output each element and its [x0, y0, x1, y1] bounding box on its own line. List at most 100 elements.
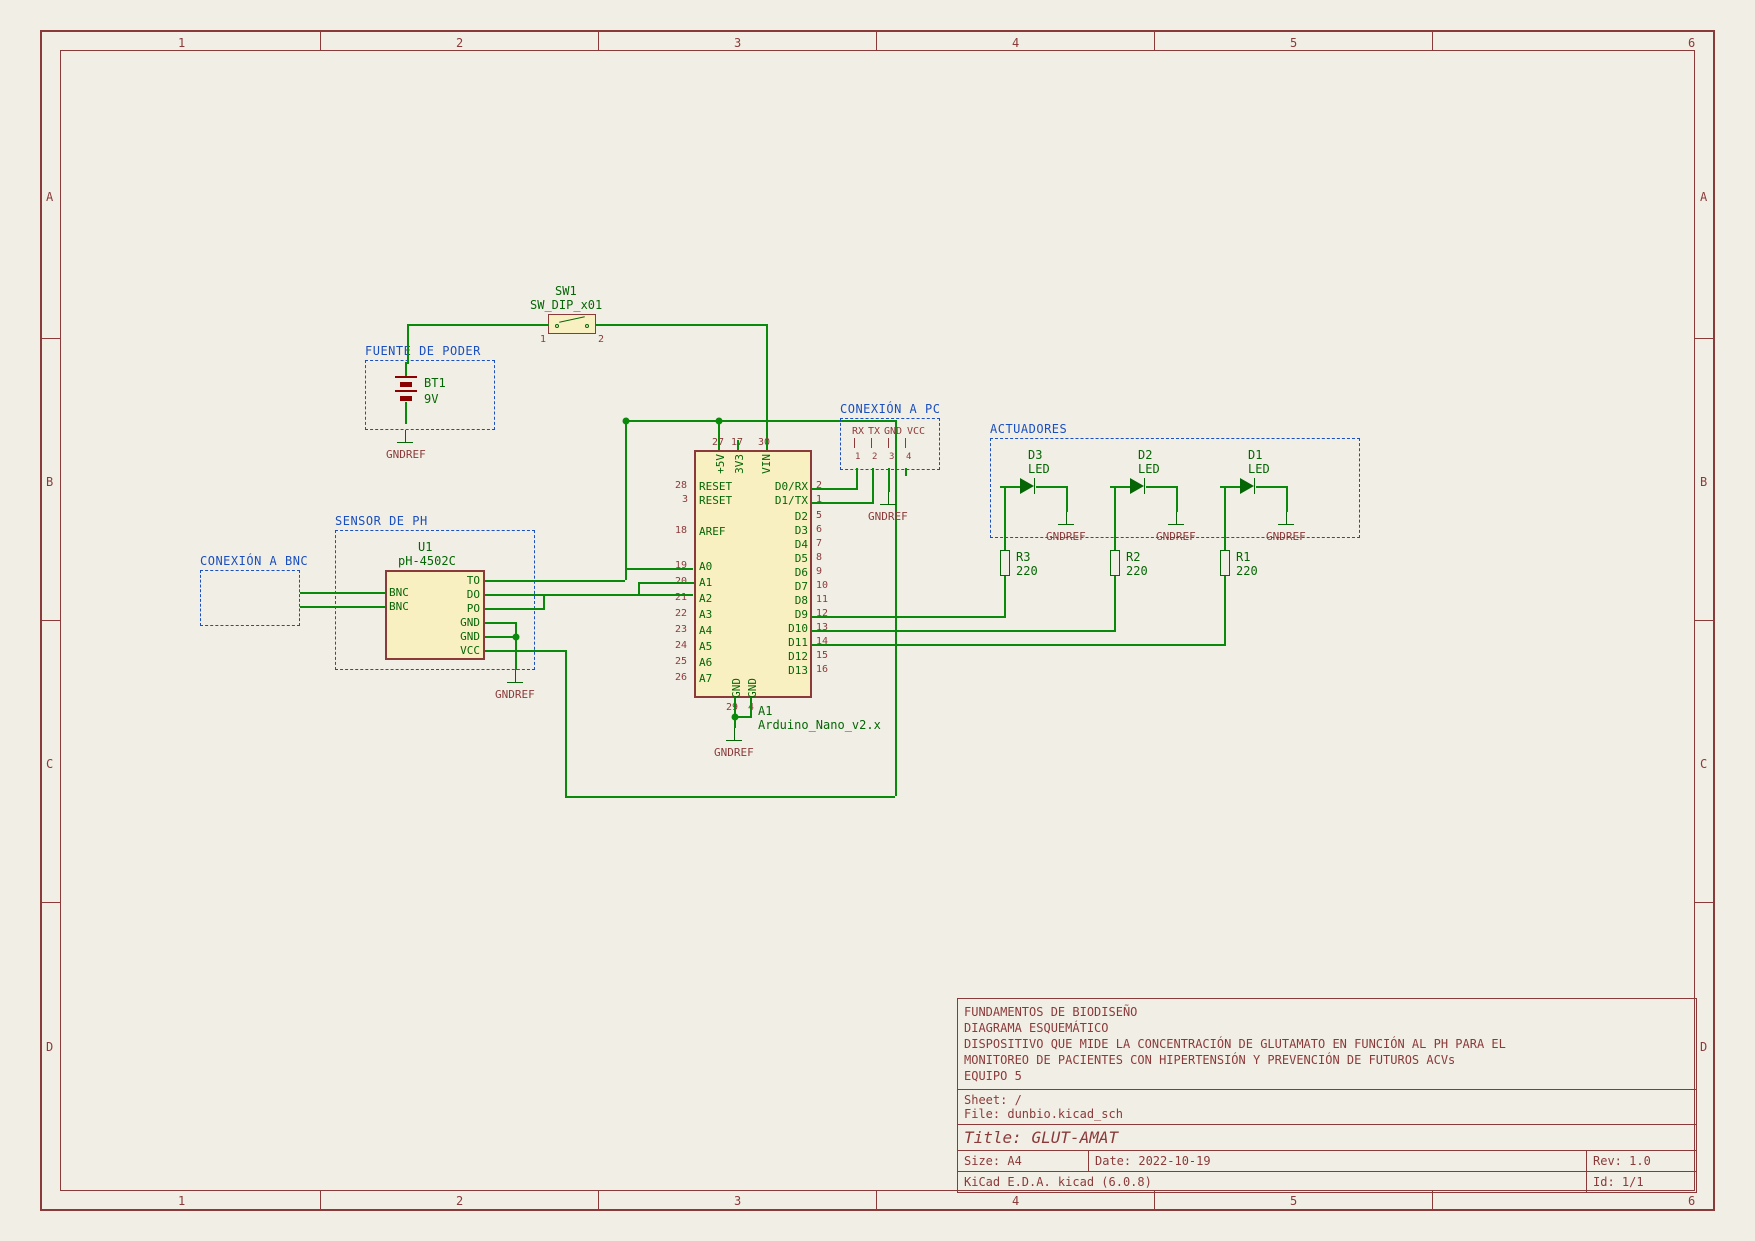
- wire: [812, 502, 874, 504]
- r1: [1220, 550, 1230, 576]
- ard-l-a0: A0: [699, 560, 712, 573]
- pc-n2: 2: [872, 452, 877, 462]
- junction: [716, 418, 723, 425]
- wire: [1110, 486, 1130, 488]
- wire: [1114, 486, 1116, 550]
- r1-val: 220: [1236, 564, 1258, 578]
- arduino-ref: A1: [758, 704, 772, 718]
- ph-val: pH-4502C: [398, 554, 456, 568]
- ard-l-reset1: RESET: [699, 480, 732, 493]
- r3: [1000, 550, 1010, 576]
- ard-r-d9: D9: [792, 608, 808, 621]
- wire: [888, 468, 890, 492]
- ph-right-do: DO: [460, 588, 480, 601]
- r1-ref: R1: [1236, 550, 1250, 564]
- pc-arrow: [888, 438, 889, 448]
- ard-r-d5: D5: [792, 552, 808, 565]
- pc-arrow: [905, 438, 906, 448]
- wire: [1224, 486, 1226, 550]
- ruler-col-1-bot: 1: [178, 1194, 185, 1208]
- wire: [1004, 486, 1006, 550]
- wire: [1256, 486, 1286, 488]
- junction: [623, 418, 630, 425]
- wire: [407, 324, 547, 326]
- row-d-right: D: [1700, 1040, 1707, 1054]
- ph-right-gnd1: GND: [456, 616, 480, 629]
- row-d-left: D: [46, 1040, 53, 1054]
- ruler-col-4-top: 4: [1012, 36, 1019, 50]
- row-b-right: B: [1700, 475, 1707, 489]
- d3-ref: D3: [1028, 448, 1042, 462]
- pc-arrow: [871, 438, 872, 448]
- d2-ref: D2: [1138, 448, 1152, 462]
- arduino-topnum-30: 30: [758, 437, 770, 448]
- row-c-right: C: [1700, 757, 1707, 771]
- ard-l-a3: A3: [699, 608, 712, 621]
- ard-r-d10: D10: [786, 622, 808, 635]
- wire: [1146, 486, 1176, 488]
- row-a-right: A: [1700, 190, 1707, 204]
- tb-line1: FUNDAMENTOS DE BIODISEÑO: [964, 1005, 1690, 1019]
- wire: [596, 324, 766, 326]
- junction: [513, 634, 520, 641]
- wire: [766, 324, 768, 440]
- arduino-top-3v3: 3V3: [733, 454, 746, 474]
- ph-ref: U1: [418, 540, 432, 554]
- wire: [625, 568, 693, 570]
- ruler-col-5-top: 5: [1290, 36, 1297, 50]
- ard-rn-11: 11: [816, 594, 828, 605]
- wire: [638, 582, 694, 584]
- ard-r-d1: D1/TX: [768, 494, 808, 507]
- wire: [1000, 486, 1020, 488]
- ard-b-gnd2: GND: [746, 678, 759, 698]
- ard-rn-5: 5: [816, 510, 822, 521]
- wire: [565, 650, 567, 796]
- wire: [625, 420, 627, 568]
- wire: [485, 594, 693, 596]
- tb-line2: DIAGRAMA ESQUEMÁTICO: [964, 1021, 1690, 1035]
- r2-val: 220: [1126, 564, 1148, 578]
- pc-vcc: VCC: [907, 426, 925, 437]
- ruler-col-1-top: 1: [178, 36, 185, 50]
- ph-left-bnc1: BNC: [389, 586, 409, 599]
- wire: [547, 324, 549, 326]
- ard-ln-23: 23: [675, 624, 687, 635]
- wire: [812, 630, 1116, 632]
- ph-right-to: TO: [460, 574, 480, 587]
- gnd-pc-label: GNDREF: [868, 510, 908, 523]
- wire: [718, 440, 720, 450]
- tb-line5: EQUIPO 5: [964, 1069, 1690, 1083]
- wire: [407, 324, 409, 362]
- tb-file: File: dunbio.kicad_sch: [964, 1107, 1690, 1121]
- wire: [812, 644, 1226, 646]
- gnd-d2-label: GNDREF: [1156, 530, 1196, 543]
- ard-ln-25: 25: [675, 656, 687, 667]
- tb-size: Size: A4: [958, 1151, 1088, 1171]
- wire: [1004, 576, 1006, 616]
- wire: [1066, 486, 1068, 512]
- ruler-col-6-top: 6: [1688, 36, 1695, 50]
- ard-r-d13: D13: [786, 664, 808, 677]
- pc-n4: 4: [906, 452, 911, 462]
- ard-rn-7: 7: [816, 538, 822, 549]
- tb-id: Id: 1/1: [1586, 1172, 1696, 1192]
- pc-gnd: GND: [884, 426, 902, 437]
- row-b-left: B: [46, 475, 53, 489]
- row-c-left: C: [46, 757, 53, 771]
- wire: [750, 698, 752, 716]
- wire: [485, 580, 625, 582]
- arduino-top-5v: +5V: [714, 454, 727, 474]
- tb-line3: DISPOSITIVO QUE MIDE LA CONCENTRACIÓN DE…: [964, 1037, 1690, 1051]
- tb-date: Date: 2022-10-19: [1088, 1151, 1586, 1171]
- sw1-pin2: 2: [598, 334, 604, 345]
- d2-val: LED: [1138, 462, 1160, 476]
- sw1-body: [548, 314, 596, 334]
- wire: [515, 622, 517, 670]
- gnd-battery-label: GNDREF: [386, 448, 426, 461]
- ard-r-d4: D4: [792, 538, 808, 551]
- pc-n1: 1: [855, 452, 860, 462]
- wire: [856, 468, 858, 488]
- gnd-d1-label: GNDREF: [1266, 530, 1306, 543]
- group-pc-label: CONEXIÓN A PC: [840, 402, 940, 416]
- ard-ln-22: 22: [675, 608, 687, 619]
